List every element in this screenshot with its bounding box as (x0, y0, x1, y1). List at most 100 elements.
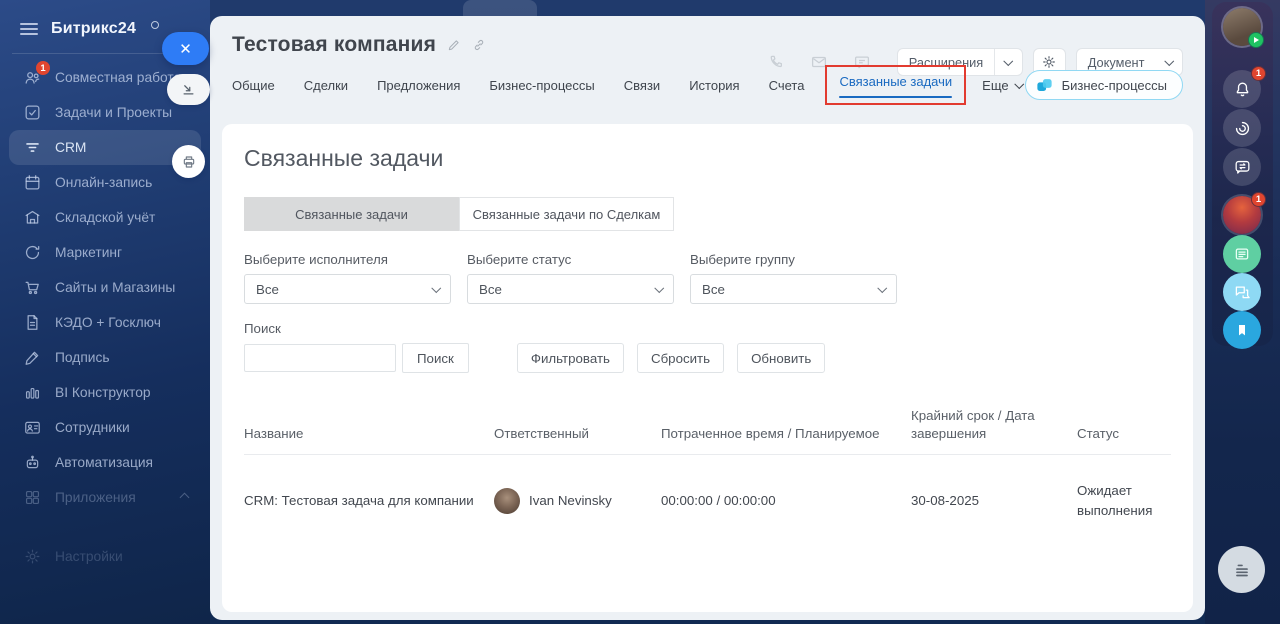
news-button[interactable] (1223, 235, 1261, 273)
sidebar-item-sites[interactable]: Сайты и Магазины (0, 270, 210, 305)
search-button[interactable]: Поиск (402, 343, 469, 373)
copilot-spiral-icon (1233, 119, 1252, 138)
filter-apply-button[interactable]: Фильтровать (516, 343, 624, 373)
related-tasks-card: Связанные задачи Связанные задачи Связан… (222, 124, 1193, 612)
printer-icon (181, 154, 197, 170)
sidebar-item-label: Задачи и Проекты (55, 105, 173, 120)
refresh-button[interactable]: Обновить (737, 343, 826, 373)
search-input[interactable] (244, 344, 396, 372)
collab-icon: 1 (23, 61, 50, 87)
sidebar-item-apps[interactable]: Приложения (0, 480, 210, 515)
sidebar-item-bi[interactable]: BI Конструктор (0, 375, 210, 410)
assignee-select[interactable]: Все (244, 274, 451, 304)
business-processes-button[interactable]: Бизнес-процессы (1024, 70, 1183, 100)
filter-status: Выберите статус Все (467, 252, 674, 304)
filter-label: Выберите группу (690, 252, 795, 267)
chevron-down-icon (1014, 78, 1024, 89)
business-process-icon (1035, 76, 1054, 95)
filter-label: Выберите исполнителя (244, 252, 388, 267)
sidebar-item-label: Сайты и Магазины (55, 280, 176, 295)
sidebar-item-label: Складской учёт (55, 210, 156, 225)
chat-bubbles-icon (1233, 283, 1251, 301)
chat-sync-icon (1233, 158, 1252, 177)
bookmark-button[interactable] (1223, 311, 1261, 349)
user-avatar[interactable] (1223, 8, 1264, 48)
inner-tab-related-tasks[interactable]: Связанные задачи (244, 197, 459, 231)
column-header-status: Статус (1077, 425, 1120, 441)
main-panel: Тестовая компания Расширения Документ Об… (210, 16, 1205, 620)
calendar-icon (23, 173, 42, 192)
status-online-badge (1248, 32, 1264, 48)
close-button[interactable]: ✕ (162, 32, 209, 65)
brand-badge-icon (151, 21, 160, 29)
task-name[interactable]: CRM: Тестовая задача для компании (244, 493, 494, 508)
tab-general[interactable]: Общие (232, 78, 275, 93)
bitrix24-app: Битрикс24 1 Совместная работа Задачи и П… (0, 0, 1280, 624)
task-responsible: Ivan Nevinsky (494, 487, 661, 514)
sidebar-item-marketing[interactable]: Маркетинг (0, 235, 210, 270)
sidebar-item-employees[interactable]: Сотрудники (0, 410, 210, 445)
sidebar-item-label: Маркетинг (55, 245, 123, 260)
status-select[interactable]: Все (467, 274, 674, 304)
column-header-time: Потраченное время / Планируемое (661, 425, 880, 441)
top-strip-tab (463, 0, 537, 16)
messenger-button[interactable] (1223, 148, 1261, 186)
inner-tab-related-tasks-by-deals[interactable]: Связанные задачи по Сделкам (459, 197, 674, 231)
collab-badge: 1 (36, 61, 50, 75)
right-rail: 1 1 (1205, 0, 1280, 624)
sidebar-item-settings[interactable]: Настройки (0, 539, 210, 574)
crm-icon (23, 138, 42, 157)
newspaper-icon (1233, 245, 1251, 263)
quick-menu-button[interactable] (1218, 546, 1265, 593)
tab-related-tasks-active[interactable]: Связанные задачи (825, 65, 967, 105)
search-row: Поиск Фильтровать Сбросить Обновить (244, 343, 1193, 373)
tab-invoices[interactable]: Счета (769, 78, 805, 93)
tab-deals[interactable]: Сделки (304, 78, 348, 93)
tab-history[interactable]: История (689, 78, 739, 93)
table-header: Название Ответственный Потраченное время… (244, 407, 1171, 455)
sidebar-item-automation[interactable]: Автоматизация (0, 445, 210, 480)
copy-link-icon[interactable] (472, 38, 486, 52)
status-badge: Ожидает выполнения (1077, 482, 1153, 518)
filters-row: Выберите исполнителя Все Выберите статус… (244, 252, 1193, 304)
tasks-icon (23, 103, 42, 122)
chevron-down-icon (877, 282, 887, 293)
notifications-badge: 1 (1251, 66, 1266, 81)
bell-icon (1233, 80, 1252, 99)
assistant-avatar[interactable]: 1 (1223, 192, 1266, 234)
tab-quotes[interactable]: Предложения (377, 78, 460, 93)
filter-label: Выберите статус (467, 252, 572, 267)
copilot-button[interactable] (1223, 109, 1261, 147)
print-button[interactable] (172, 145, 205, 178)
sidebar-item-label: Приложения (55, 490, 136, 505)
sidebar-item-warehouse[interactable]: Складской учёт (0, 200, 210, 235)
chats-button[interactable] (1223, 273, 1261, 311)
notifications-button[interactable]: 1 (1223, 66, 1266, 108)
tab-bizproc[interactable]: Бизнес-процессы (489, 78, 594, 93)
group-select[interactable]: Все (690, 274, 897, 304)
responsible-name[interactable]: Ivan Nevinsky (529, 493, 612, 508)
table-row[interactable]: CRM: Тестовая задача для компании Ivan N… (244, 455, 1171, 551)
filter-reset-button[interactable]: Сбросить (636, 343, 725, 373)
sidebar-item-sign[interactable]: Подпись (0, 340, 210, 375)
document-icon (23, 313, 42, 332)
column-header-deadline: Крайний срок / Дата завершения (911, 408, 1035, 441)
hamburger-menu-icon[interactable] (20, 23, 38, 35)
inner-tabs: Связанные задачи Связанные задачи по Сде… (244, 197, 1193, 231)
collapse-button[interactable] (167, 74, 210, 105)
avatar[interactable] (494, 487, 520, 514)
column-header-responsible: Ответственный (494, 425, 589, 441)
section-heading: Связанные задачи (244, 145, 444, 171)
tab-more[interactable]: Еще (982, 78, 1024, 93)
menu-lines-icon (1231, 559, 1253, 581)
robot-icon (23, 453, 42, 472)
bookmark-icon (1234, 322, 1250, 338)
chevron-down-icon (431, 282, 441, 293)
chevron-up-icon (179, 492, 190, 503)
warehouse-icon (23, 208, 42, 227)
sidebar-item-kedo[interactable]: КЭДО + Госключ (0, 305, 210, 340)
edit-title-icon[interactable] (447, 38, 461, 52)
marketing-icon (23, 243, 42, 262)
close-icon: ✕ (179, 40, 192, 58)
tab-links[interactable]: Связи (624, 78, 660, 93)
